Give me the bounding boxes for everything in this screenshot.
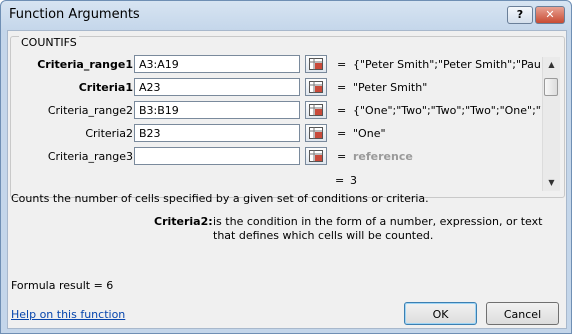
collapse-dialog-button[interactable] bbox=[305, 101, 327, 119]
dialog-title: Function Arguments bbox=[9, 7, 140, 22]
collapse-dialog-button[interactable] bbox=[305, 55, 327, 73]
criteria2-input[interactable] bbox=[134, 124, 300, 142]
argument-help-name: Criteria2: bbox=[154, 215, 213, 228]
argument-type-hint: reference bbox=[353, 150, 413, 163]
help-button[interactable]: ? bbox=[507, 6, 533, 24]
range-select-icon bbox=[309, 58, 323, 70]
argument-value: "Peter Smith" bbox=[353, 81, 428, 94]
range-select-icon bbox=[309, 104, 323, 116]
function-description: Counts the number of cells specified by … bbox=[11, 192, 429, 205]
criteria1-input[interactable] bbox=[134, 78, 300, 96]
function-name: COUNTIFS bbox=[19, 36, 79, 49]
criteria-range3-input[interactable] bbox=[134, 147, 300, 165]
arguments-group: COUNTIFS Criteria_range1 = {"Peter Smith… bbox=[10, 36, 565, 198]
argument-row-criteria-range3: Criteria_range3 = reference bbox=[11, 147, 541, 167]
scroll-thumb[interactable] bbox=[544, 78, 558, 96]
equals-sign: = bbox=[337, 127, 347, 140]
argument-value: "One" bbox=[353, 127, 386, 140]
dialog-body: COUNTIFS Criteria_range1 = {"Peter Smith… bbox=[7, 30, 567, 329]
collapse-dialog-button[interactable] bbox=[305, 124, 327, 142]
argument-row-criteria2: Criteria2 = "One" bbox=[11, 124, 541, 144]
collapse-dialog-button[interactable] bbox=[305, 147, 327, 165]
equals-sign: = bbox=[337, 150, 347, 163]
equals-sign: = bbox=[337, 58, 347, 71]
function-arguments-dialog: Function Arguments ? ✕ COUNTIFS Criteria… bbox=[0, 0, 572, 334]
function-result-value: 3 bbox=[350, 174, 357, 187]
range-select-icon bbox=[309, 150, 323, 162]
argument-row-criteria1: Criteria1 = "Peter Smith" bbox=[11, 78, 541, 98]
argument-help-text: is the condition in the form of a number… bbox=[213, 215, 543, 242]
collapse-dialog-button[interactable] bbox=[305, 78, 327, 96]
criteria-range1-input[interactable] bbox=[134, 55, 300, 73]
close-button[interactable]: ✕ bbox=[535, 6, 565, 24]
title-bar[interactable]: Function Arguments ? ✕ bbox=[1, 1, 571, 29]
formula-result: Formula result = 6 bbox=[11, 279, 114, 292]
criteria-range2-input[interactable] bbox=[134, 101, 300, 119]
argument-value: {"One";"Two";"Two";"Two";"One";"Tw bbox=[353, 104, 541, 117]
range-select-icon bbox=[309, 127, 323, 139]
help-on-function-link[interactable]: Help on this function bbox=[11, 308, 125, 321]
equals-sign: = bbox=[337, 104, 347, 117]
argument-row-criteria-range2: Criteria_range2 = {"One";"Two";"Two";"Tw… bbox=[11, 101, 541, 121]
argument-label: Criteria_range2 bbox=[47, 104, 133, 117]
argument-label: Criteria_range1 bbox=[37, 58, 133, 71]
argument-row-criteria-range1: Criteria_range1 = {"Peter Smith";"Peter … bbox=[11, 55, 541, 75]
argument-label: Criteria_range3 bbox=[47, 150, 133, 163]
argument-value: {"Peter Smith";"Peter Smith";"Paul ... bbox=[353, 58, 541, 71]
range-select-icon bbox=[309, 81, 323, 93]
argument-label: Criteria2 bbox=[85, 127, 133, 140]
argument-label: Criteria1 bbox=[78, 81, 133, 94]
result-equals-sign: = bbox=[335, 174, 345, 187]
cancel-button[interactable]: Cancel bbox=[486, 302, 559, 325]
scroll-down-arrow-icon[interactable]: ▼ bbox=[543, 175, 560, 191]
equals-sign: = bbox=[337, 81, 347, 94]
scroll-up-arrow-icon[interactable]: ▲ bbox=[543, 57, 560, 73]
ok-button[interactable]: OK bbox=[404, 302, 477, 325]
arguments-scrollbar[interactable]: ▲ ▼ bbox=[542, 57, 560, 191]
